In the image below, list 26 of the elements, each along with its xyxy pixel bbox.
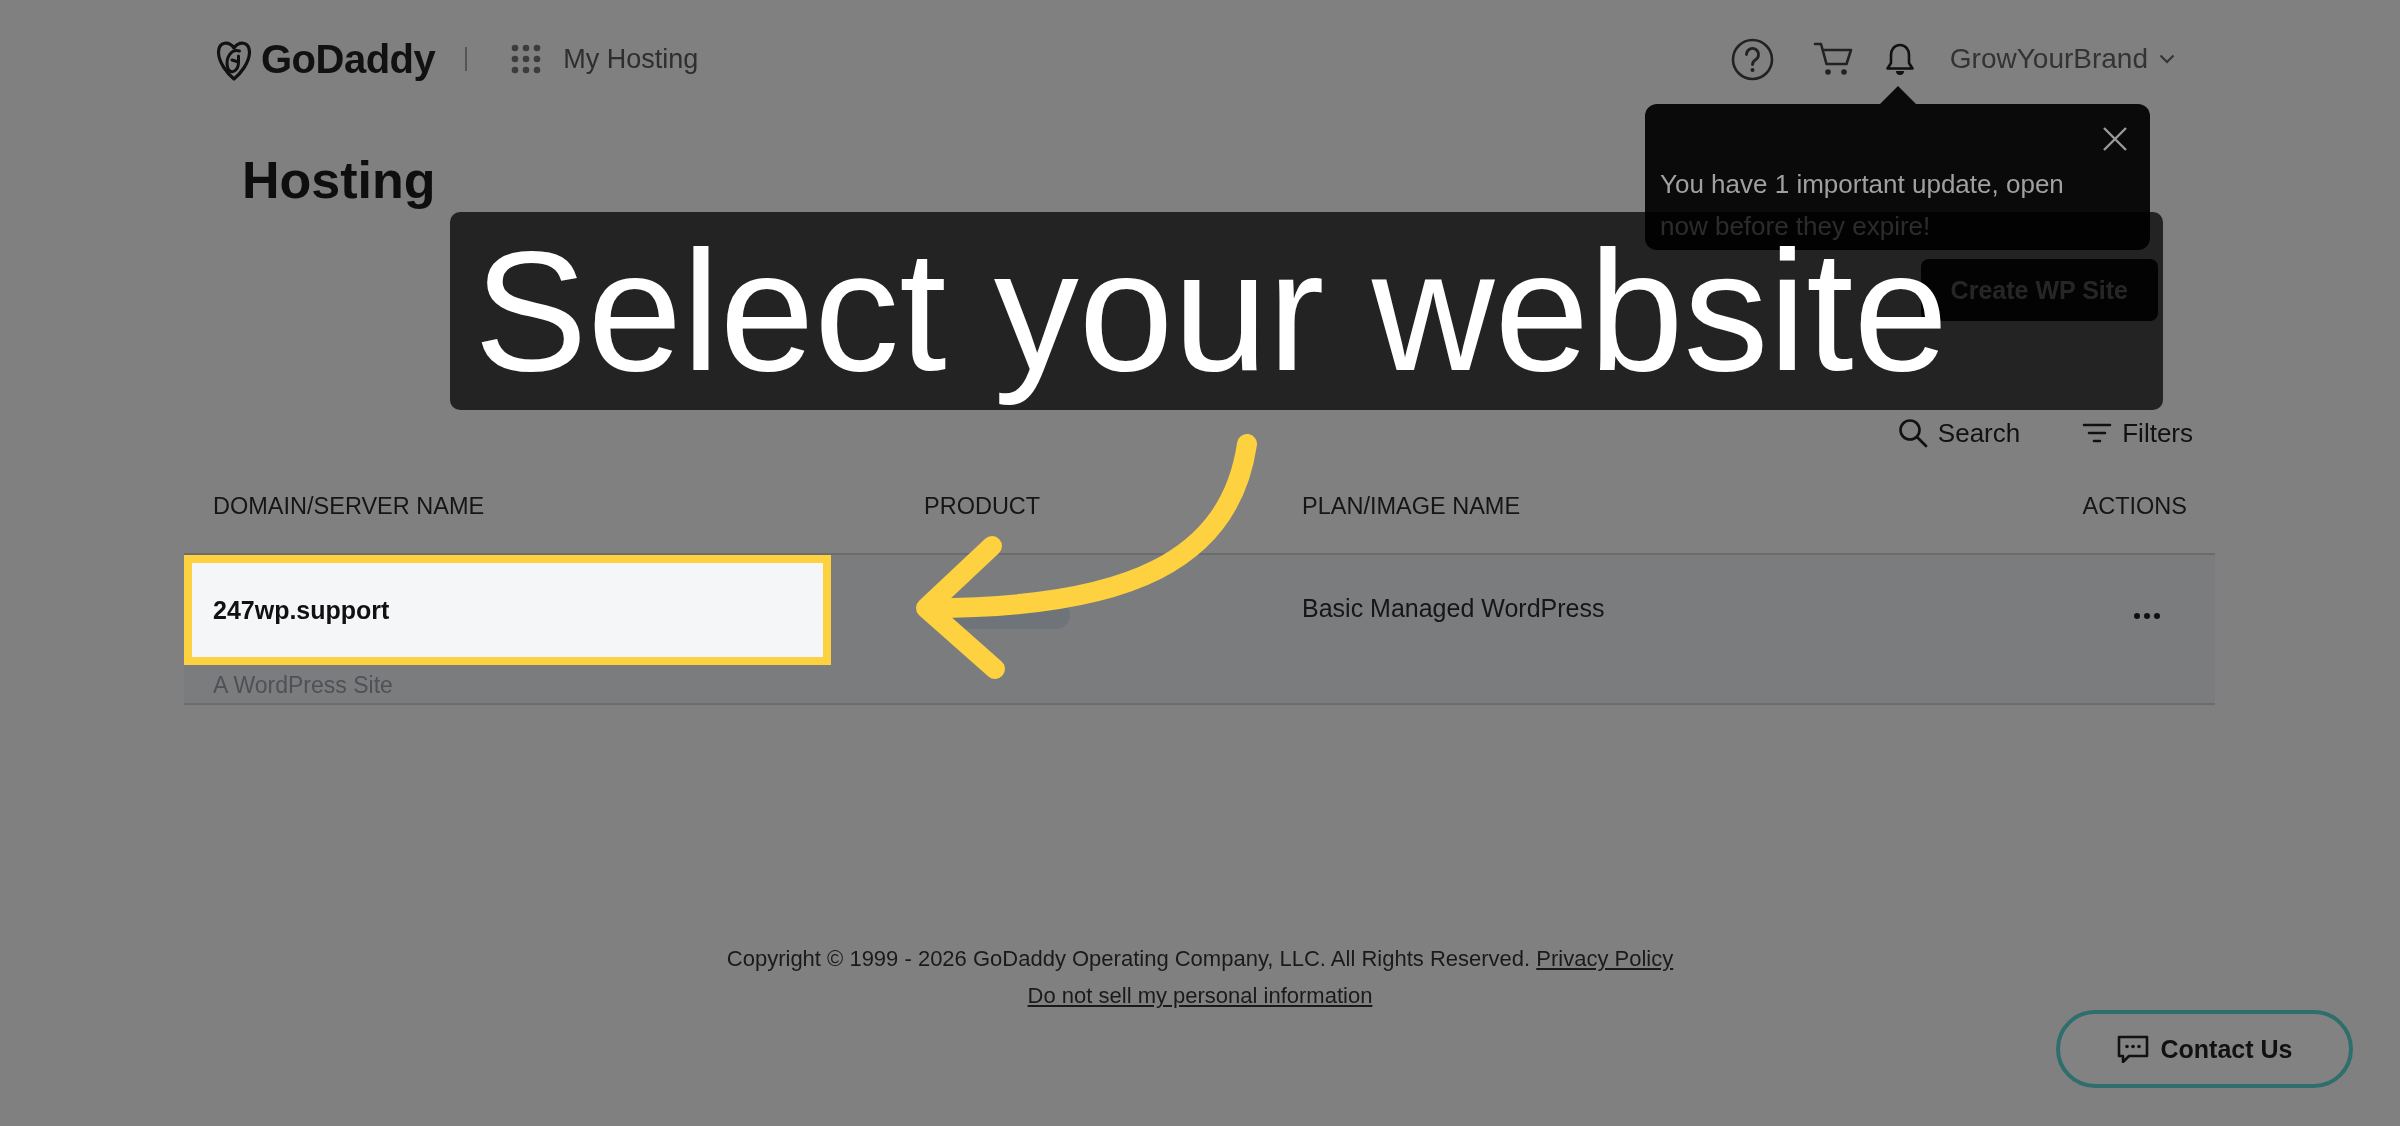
footer-link[interactable]: Do not sell my personal information xyxy=(1027,983,1373,1008)
plan-name: Basic Managed WordPress xyxy=(1302,594,1605,622)
search-button[interactable]: Search xyxy=(1897,417,2021,449)
more-options-icon[interactable] xyxy=(2134,613,2160,619)
column-header: PRODUCT xyxy=(924,493,1041,519)
privacy-policy-link[interactable]: Privacy Policy xyxy=(1536,946,1674,971)
cart-icon[interactable] xyxy=(1812,41,1853,77)
filter-icon xyxy=(2082,422,2113,444)
column-header: ACTIONS xyxy=(2082,493,2187,519)
bell-icon[interactable] xyxy=(1884,42,1915,76)
page-title: Hosting xyxy=(242,150,436,210)
logo-link[interactable]: GoDaddy xyxy=(216,36,436,82)
contact-us-button[interactable]: Contact Us xyxy=(2056,1010,2353,1088)
filters-button[interactable]: Filters xyxy=(2082,417,2193,449)
chat-icon xyxy=(2116,1035,2149,1063)
column-header: PLAN/IMAGE NAME xyxy=(1302,493,1521,519)
account-menu-button[interactable]: GrowYourBrand xyxy=(1949,43,2175,75)
domain-link[interactable]: 247wp.support xyxy=(213,595,390,625)
apps-grid-icon[interactable] xyxy=(511,44,542,74)
copyright-text: Copyright © 1999 - 2026 GoDaddy Operating Company, LLC. All Rights Reserved. Privacy Policy xyxy=(726,945,1674,973)
search-icon xyxy=(1897,418,1928,448)
chevron-down-icon xyxy=(2159,54,2175,64)
column-header: DOMAIN/SERVER NAME xyxy=(213,493,485,519)
app-title[interactable]: My Hosting xyxy=(563,43,699,75)
close-icon[interactable] xyxy=(2102,126,2128,152)
help-icon[interactable] xyxy=(1730,37,1774,81)
